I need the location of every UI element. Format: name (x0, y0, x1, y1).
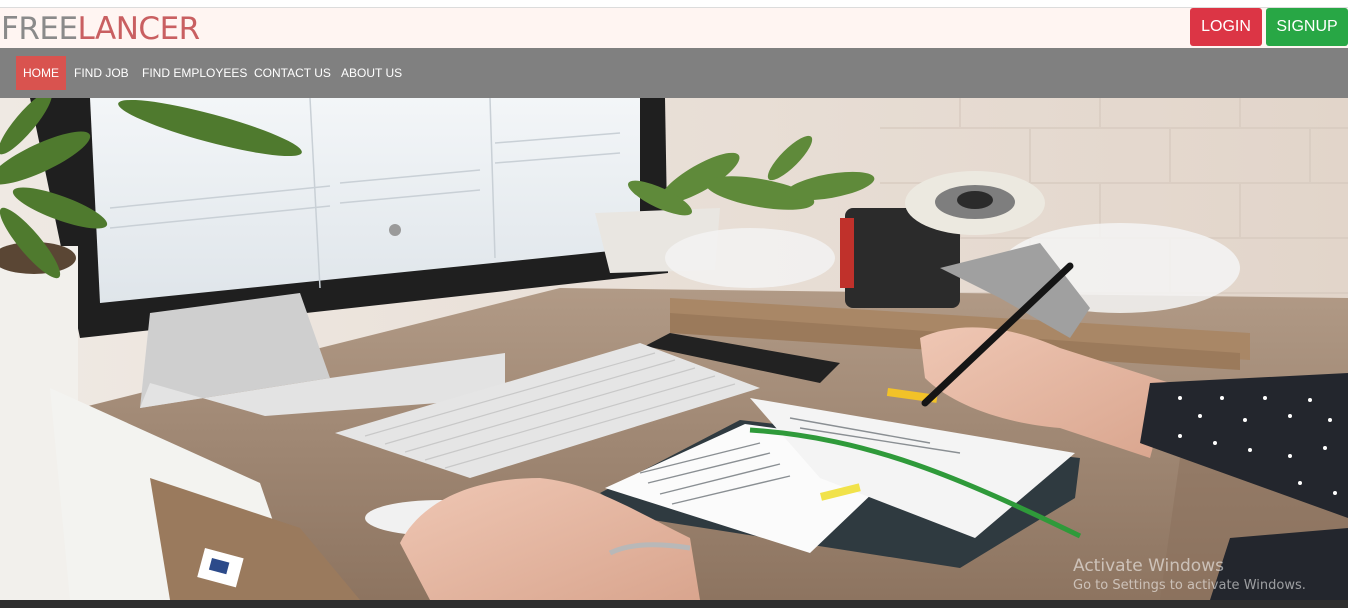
bottom-strip (0, 600, 1348, 608)
watermark-subtitle: Go to Settings to activate Windows. (1073, 578, 1306, 593)
brand-logo-part2: LANCER (77, 11, 201, 47)
brand-logo-part1: FREE (1, 11, 78, 47)
nav-find-job[interactable]: FIND JOB (74, 56, 129, 90)
hero-image (0, 98, 1348, 600)
signup-button[interactable]: SIGNUP (1266, 8, 1348, 46)
nav-contact-us[interactable]: CONTACT US (254, 56, 331, 90)
brand-logo[interactable]: FREELANCER (1, 10, 200, 48)
login-button[interactable]: LOGIN (1190, 8, 1262, 46)
top-header: FREELANCER LOGIN SIGNUP (0, 8, 1348, 48)
nav-find-employees[interactable]: FIND EMPLOYEES (142, 56, 247, 90)
watermark-title: Activate Windows (1073, 556, 1224, 576)
nav-home[interactable]: HOME (16, 56, 66, 90)
activate-windows-watermark: Activate Windows Go to Settings to activ… (1073, 555, 1306, 595)
main-navbar: HOME FIND JOB FIND EMPLOYEES CONTACT US … (0, 48, 1348, 98)
nav-about-us[interactable]: ABOUT US (341, 56, 402, 90)
